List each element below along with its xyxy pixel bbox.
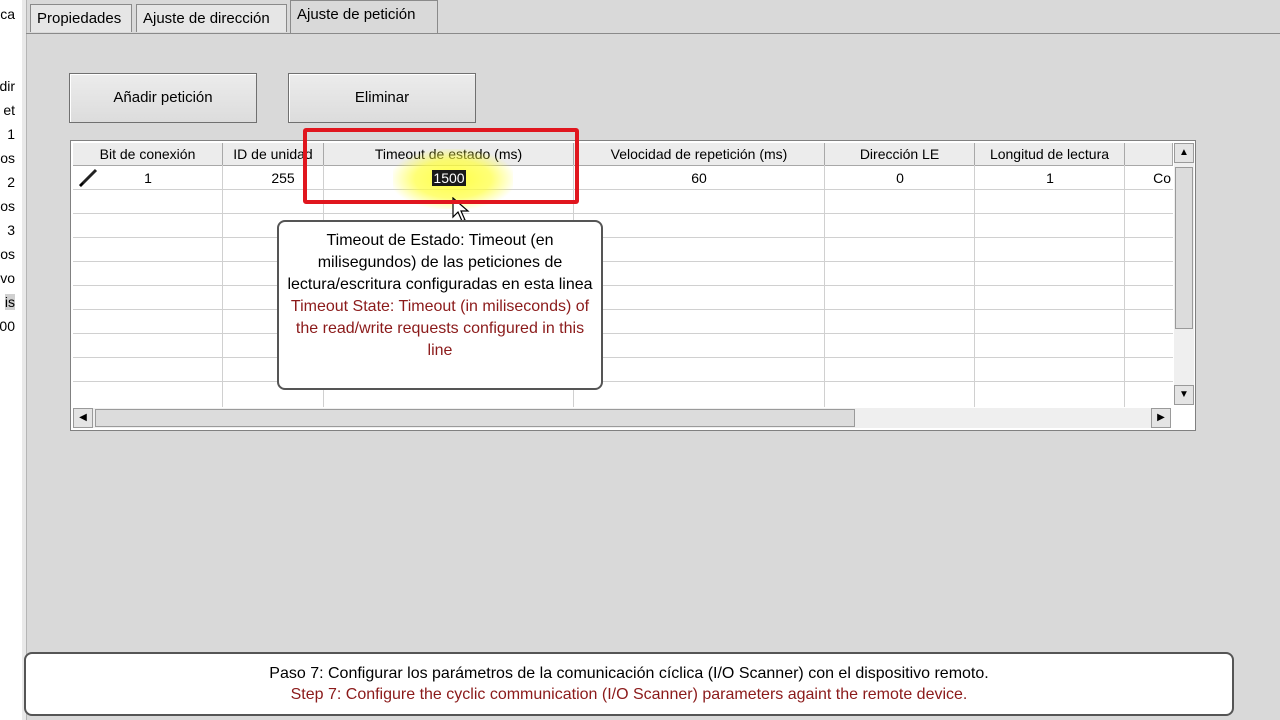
scroll-up-icon[interactable]: ▲ [1174,143,1194,163]
callout-text-es: Timeout de Estado: Timeout (en milisegun… [287,232,593,293]
tree-fragment[interactable]: 00 [0,318,15,334]
column-header-direccion-le[interactable]: Dirección LE [825,143,975,165]
tab-propiedades[interactable]: Propiedades [30,4,132,32]
grid-line [73,213,1173,214]
cell-longitud-lectura[interactable]: 1 [975,167,1125,189]
grid-line [73,309,1173,310]
tree-fragment[interactable]: et [3,102,15,118]
table-header: Bit de conexión ID de unidad Timeout de … [73,143,1173,166]
tab-divider [26,33,1280,34]
caption-text-en: Step 7: Configure the cyclic communicati… [290,686,968,703]
cell-direccion-le[interactable]: 0 [825,167,975,189]
scroll-left-icon[interactable]: ◀ [73,408,93,428]
grid-line [73,189,1173,190]
horizontal-scrollbar[interactable]: ◀ ▶ [73,408,1171,428]
tooltip-callout: Timeout de Estado: Timeout (en milisegun… [277,220,603,390]
cell-bit-conexion[interactable]: 1 [73,167,223,189]
annotation-red-box [303,128,579,204]
project-tree-panel[interactable]: ca dir et 1 os 2 os 3 os vo is 00 [0,0,23,720]
splitter[interactable] [22,0,27,720]
grid-line [73,285,1173,286]
tree-fragment[interactable]: 3 [7,222,15,238]
grid-line [974,165,975,407]
tree-fragment[interactable]: 1 [7,126,15,142]
tree-fragment[interactable]: os [0,150,15,166]
grid-line [73,381,1173,382]
tree-fragment[interactable]: os [0,198,15,214]
grid-line [73,237,1173,238]
tree-fragment[interactable]: dir [0,78,15,94]
add-request-button[interactable]: Añadir petición [69,73,257,123]
column-header-bit-conexion[interactable]: Bit de conexión [73,143,223,165]
tree-fragment-selected[interactable]: is [4,294,15,310]
cell-extra[interactable]: Co [1125,167,1171,189]
grid-line [824,165,825,407]
grid-line [222,165,223,407]
tab-ajuste-direccion[interactable]: Ajuste de dirección [136,4,287,32]
grid-line [73,333,1173,334]
grid-line [73,261,1173,262]
vertical-scrollbar[interactable]: ▲ ▼ [1174,143,1194,405]
column-header-velocidad-repeticion[interactable]: Velocidad de repetición (ms) [574,143,825,165]
grid-line [73,357,1173,358]
cell-velocidad-repeticion[interactable]: 60 [574,167,824,189]
tree-fragment[interactable]: 2 [7,174,15,190]
request-table[interactable]: Bit de conexión ID de unidad Timeout de … [70,140,1196,431]
tree-fragment[interactable]: vo [0,270,15,286]
scroll-down-icon[interactable]: ▼ [1174,385,1194,405]
grid-line [1124,165,1125,407]
tree-fragment[interactable]: os [0,246,15,262]
column-header-extra[interactable] [1125,143,1173,165]
horizontal-scroll-thumb[interactable] [95,409,855,427]
vertical-scroll-thumb[interactable] [1175,167,1193,329]
tree-fragment[interactable]: ca [0,6,15,22]
tab-ajuste-peticion[interactable]: Ajuste de petición [290,0,438,34]
callout-text-en: Timeout State: Timeout (in miliseconds) … [290,298,590,359]
delete-button[interactable]: Eliminar [288,73,476,123]
scroll-right-icon[interactable]: ▶ [1151,408,1171,428]
caption-text-es: Paso 7: Configurar los parámetros de la … [269,665,989,682]
column-header-longitud-lectura[interactable]: Longitud de lectura [975,143,1125,165]
step-caption: Paso 7: Configurar los parámetros de la … [24,652,1234,716]
